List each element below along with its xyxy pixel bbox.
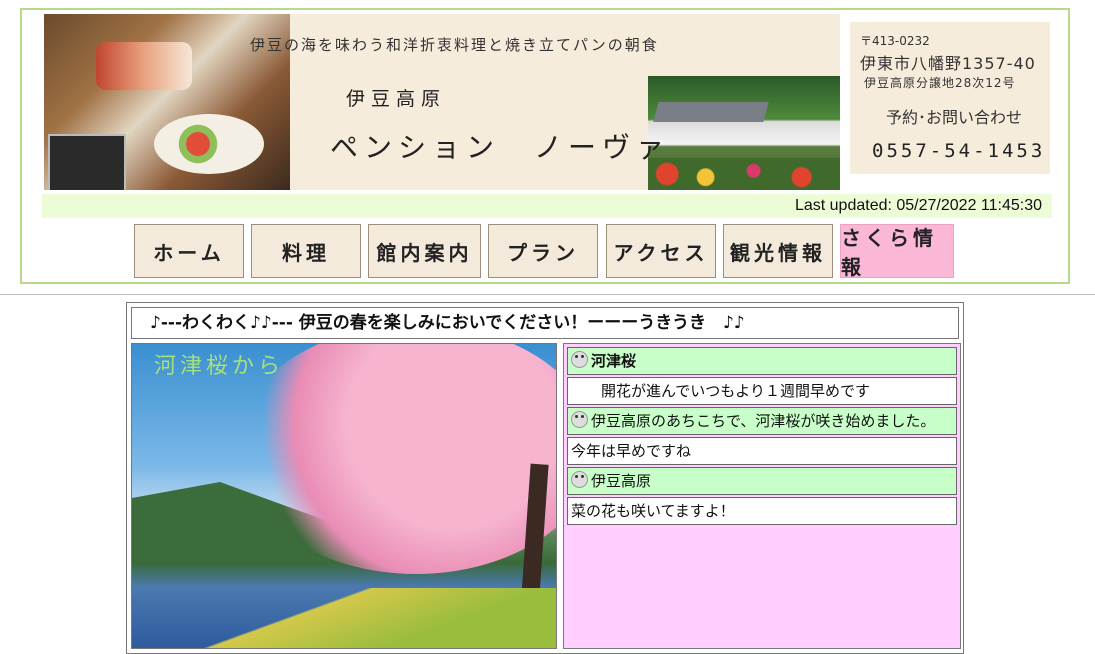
sakura-news-panel: 河津桜 開花が進んでいつもより１週間早めです 伊豆高原のあちこちで、河津桜が咲き… [563,343,961,649]
news-title-row: 河津桜 [567,347,957,375]
nav-access-button[interactable]: アクセス [606,224,716,278]
address-line-2: 伊豆高原分譲地28次12号 [864,76,1016,90]
postal-code: 〒413-0232 [860,34,930,48]
nav-plans-button[interactable]: プラン [488,224,598,278]
tagline: 伊豆の海を味わう和洋折衷料理と焼き立てパンの朝食 [250,36,659,54]
news-title-row: 伊豆高原 [567,467,957,495]
roof-image [653,102,769,122]
news-title-row: 伊豆高原のあちこちで、河津桜が咲き始めました。 [567,407,957,435]
nav-facilities-button[interactable]: 館内案内 [368,224,481,278]
dog-icon [571,411,588,428]
news-title: 河津桜 [591,352,637,370]
news-title: 伊豆高原 [591,472,652,490]
inquiry-label: 予約･お問い合わせ [886,108,1023,127]
banner: 伊豆の海を味わう和洋折衷料理と焼き立てパンの朝食 伊豆高原 ペンション ノーヴァ [44,14,840,190]
news-body: 菜の花も咲いてますよ！ [571,502,735,520]
last-updated-bar: Last updated: 05/27/2022 11:45:30 [42,194,1052,218]
kawazu-sakura-photo: 河津桜から [131,343,557,649]
news-body-row: 菜の花も咲いてますよ！ [567,497,957,525]
site-header: 伊豆の海を味わう和洋折衷料理と焼き立てパンの朝食 伊豆高原 ペンション ノーヴァ… [20,8,1070,284]
nav-cuisine-button[interactable]: 料理 [251,224,361,278]
sashimi-boat-image [96,42,192,90]
news-body: 今年は早めですね [571,442,692,460]
sakura-content-table: ♪---わくわく♪♪--- 伊豆の春を楽しみにおいでください！ーーーうきうき ♪… [126,302,964,654]
phone-number[interactable]: 0557-54-1453 [872,140,1045,162]
news-body-row: 今年は早めですね [567,437,957,465]
divider [0,294,1095,295]
pension-house-photo [648,76,840,190]
nav-home-button[interactable]: ホーム [134,224,244,278]
contact-box: 〒413-0232 伊東市八幡野1357-40 伊豆高原分譲地28次12号 予約… [850,22,1050,174]
nav-sakura-button[interactable]: さくら情報 [840,224,954,279]
nav-sightseeing-button[interactable]: 観光情報 [723,224,833,278]
dog-icon [571,471,588,488]
news-body: 開花が進んでいつもより１週間早めです [571,382,870,400]
news-title: 伊豆高原のあちこちで、河津桜が咲き始めました。 [591,412,936,430]
address-line-1: 伊東市八幡野1357-40 [860,54,1036,73]
news-body-row: 開花が進んでいつもより１週間早めです [567,377,957,405]
photo-overlay-text: 河津桜から [154,354,285,379]
riverbank-image [132,588,556,648]
garden-flowers-image [648,158,840,190]
headline: ♪---わくわく♪♪--- 伊豆の春を楽しみにおいでください！ーーーうきうき ♪… [131,307,959,339]
grill-image [48,134,126,190]
last-updated-text: Last updated: 05/27/2022 11:45:30 [794,197,1042,214]
site-title: ペンション ノーヴァ [330,131,671,164]
dog-icon [571,351,588,368]
plated-dish-image [154,114,264,174]
location-name: 伊豆高原 [346,88,447,110]
